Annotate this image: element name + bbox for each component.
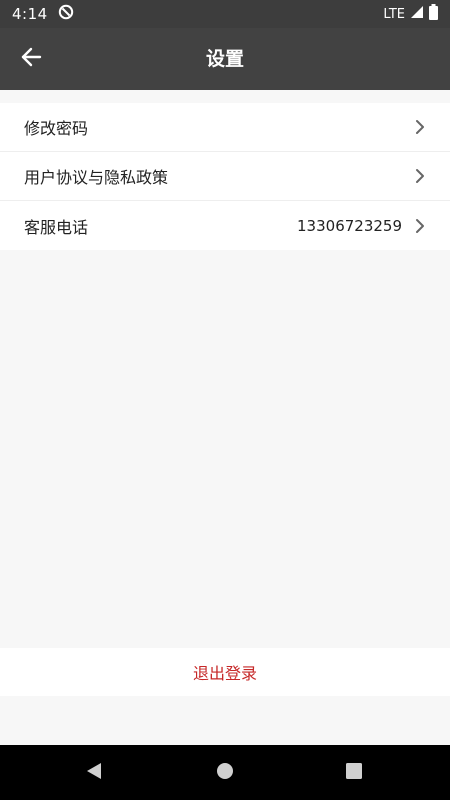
settings-item-label: 客服电话 (24, 217, 89, 237)
nav-recents-button[interactable] (324, 745, 384, 800)
customer-service-phone: 13306723259 (297, 216, 402, 235)
settings-item-label: 用户协议与隐私政策 (24, 168, 169, 187)
settings-item-change-password[interactable]: 修改密码 (0, 103, 450, 152)
settings-list: 修改密码 用户协议与隐私政策 客服电话 13306723259 (0, 103, 450, 250)
chevron-right-icon (414, 168, 426, 184)
navigation-bar (0, 745, 450, 800)
chevron-right-icon (414, 119, 426, 135)
network-type: LTE (383, 6, 405, 22)
status-time: 4:14 (12, 5, 48, 23)
arrow-left-icon (20, 46, 42, 72)
settings-item-customer-service[interactable]: 客服电话 13306723259 (0, 201, 450, 250)
app-bar: 设置 (0, 28, 450, 90)
settings-item-label: 修改密码 (24, 119, 89, 138)
recents-square-icon (345, 762, 363, 784)
logout-button[interactable]: 退出登录 (0, 648, 450, 696)
page-title: 设置 (205, 48, 244, 70)
logout-label: 退出登录 (192, 664, 257, 683)
home-circle-icon (215, 761, 235, 785)
settings-item-user-agreement[interactable]: 用户协议与隐私政策 (0, 152, 450, 201)
signal-icon (410, 5, 424, 23)
back-triangle-icon (85, 761, 103, 785)
battery-icon (429, 4, 438, 24)
status-bar: 4:14 LTE (0, 0, 450, 28)
nav-back-button[interactable] (64, 745, 124, 800)
do-not-disturb-icon (58, 4, 74, 24)
back-button[interactable] (14, 43, 48, 75)
chevron-right-icon (414, 218, 426, 234)
nav-home-button[interactable] (195, 745, 255, 800)
